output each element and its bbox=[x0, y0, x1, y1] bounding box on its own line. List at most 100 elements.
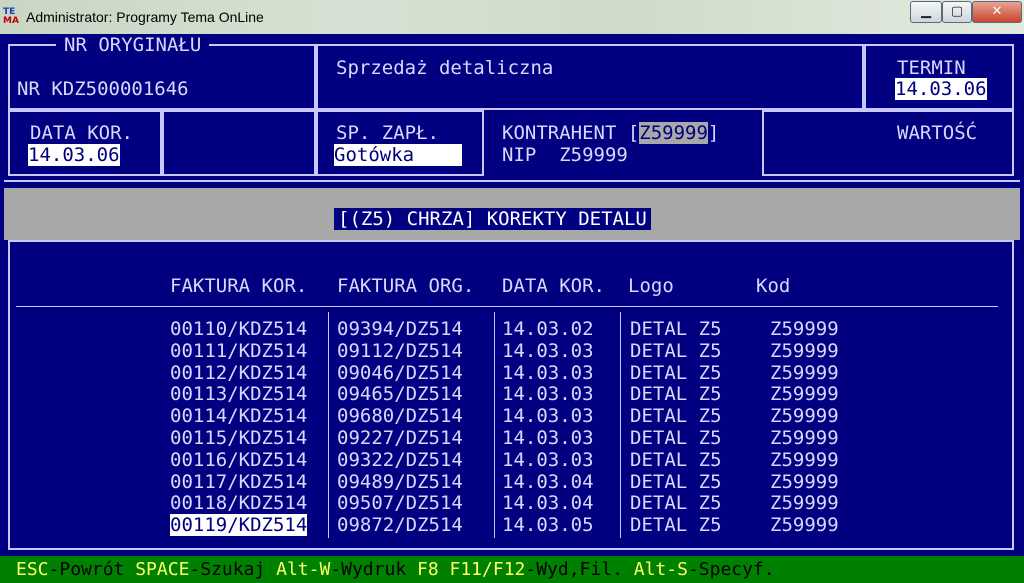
shortcut-desc: -Specyf. bbox=[687, 559, 775, 580]
col-header-faktura-kor: FAKTURA KOR. bbox=[170, 275, 308, 297]
col-header-logo: Logo bbox=[628, 275, 674, 297]
table-row[interactable]: 00110/KDZ514 09394/DZ514 14.03.02 DETAL Z5 Z… bbox=[0, 318, 1024, 340]
cell-faktura-org: 09489/DZ514 bbox=[337, 470, 463, 493]
cell-faktura-kor: 00112/KDZ514 bbox=[170, 361, 308, 384]
due-date-label: TERMIN bbox=[897, 57, 966, 79]
cell-logo: DETAL Z5 bbox=[630, 470, 722, 493]
shortcut-key-alt-w[interactable]: Alt-W bbox=[276, 559, 330, 580]
cell-faktura-org: 09507/DZ514 bbox=[337, 492, 463, 515]
window-title: Administrator: Programy Tema OnLine bbox=[26, 9, 264, 25]
cell-kod: Z59999 bbox=[770, 514, 839, 537]
cell-logo: DETAL Z5 bbox=[630, 427, 722, 449]
cell-faktura-org: 09872/DZ514 bbox=[337, 514, 463, 537]
cell-faktura-kor: 00114/KDZ514 bbox=[170, 405, 308, 428]
shortcut-desc: -Wydruk bbox=[330, 559, 417, 580]
close-button[interactable]: ✕ bbox=[972, 1, 1022, 23]
shortcut-desc: -Szukaj bbox=[189, 559, 277, 580]
table-row[interactable]: 00119/KDZ514 09872/DZ514 14.03.05 DETAL Z5 Z… bbox=[0, 514, 1024, 537]
cell-data-kor: 14.03.03 bbox=[502, 339, 594, 362]
section-title: [(Z5) CHRZA] KOREKTY DETALU bbox=[338, 208, 647, 230]
minimize-button[interactable]: ▁ bbox=[910, 1, 942, 23]
empty-box bbox=[162, 110, 316, 176]
app-icon[interactable]: TE MA bbox=[3, 8, 21, 26]
cell-faktura-kor: 00110/KDZ514 bbox=[170, 318, 308, 340]
cell-data-kor: 14.03.03 bbox=[502, 405, 594, 428]
cell-faktura-kor: 00118/KDZ514 bbox=[170, 492, 308, 515]
cell-kod: Z59999 bbox=[770, 470, 839, 493]
cell-kod: Z59999 bbox=[770, 492, 839, 515]
table-row[interactable]: 00113/KDZ514 09465/DZ514 14.03.03 DETAL Z5 Z… bbox=[0, 383, 1024, 405]
shortcut-key-f8-f11-f12[interactable]: F8 F11/F12 bbox=[417, 559, 525, 580]
payment-method-label: SP. ZAPŁ. bbox=[336, 122, 439, 144]
document-number: NR KDZ500001646 bbox=[17, 78, 189, 100]
contractor-field[interactable]: Z59999 bbox=[639, 122, 708, 144]
section-title-wrap: [(Z5) CHRZA] KOREKTY DETALU bbox=[334, 208, 651, 230]
table-row[interactable]: 00114/KDZ514 09680/DZ514 14.03.03 DETAL Z5 Z… bbox=[0, 405, 1024, 427]
cell-logo: DETAL Z5 bbox=[630, 339, 722, 362]
col-header-kod: Kod bbox=[756, 275, 791, 297]
window-title-bar[interactable]: TE MA Administrator: Programy Tema OnLin… bbox=[0, 0, 1024, 34]
cell-data-kor: 14.03.03 bbox=[502, 448, 594, 471]
cell-faktura-kor: 00116/KDZ514 bbox=[170, 448, 308, 471]
cell-kod: Z59999 bbox=[770, 448, 839, 471]
shortcut-desc: -Powrót bbox=[48, 559, 136, 580]
table-row[interactable]: 00111/KDZ514 09112/DZ514 14.03.03 DETAL Z5 Z… bbox=[0, 340, 1024, 362]
col-header-faktura-org: FAKTURA ORG. bbox=[337, 275, 475, 297]
value-label: WARTOŚĆ bbox=[897, 122, 978, 144]
table-row[interactable]: 00116/KDZ514 09322/DZ514 14.03.03 DETAL Z5 Z… bbox=[0, 449, 1024, 471]
shortcut-key-alt-s[interactable]: Alt-S bbox=[634, 559, 688, 580]
header-divider bbox=[4, 180, 1020, 182]
cell-logo: DETAL Z5 bbox=[630, 361, 722, 384]
cell-logo: DETAL Z5 bbox=[630, 448, 722, 471]
cell-faktura-org: 09394/DZ514 bbox=[337, 318, 463, 340]
table-row[interactable]: 00118/KDZ514 09507/DZ514 14.03.04 DETAL Z5 Z… bbox=[0, 492, 1024, 514]
cell-logo: DETAL Z5 bbox=[630, 514, 722, 537]
cell-faktura-org: 09680/DZ514 bbox=[337, 405, 463, 428]
cell-data-kor: 14.03.05 bbox=[502, 514, 594, 537]
payment-method-field[interactable]: Gotówka bbox=[334, 144, 462, 166]
cell-data-kor: 14.03.04 bbox=[502, 492, 594, 515]
cell-data-kor: 14.03.02 bbox=[502, 318, 594, 340]
cell-logo: DETAL Z5 bbox=[630, 492, 722, 515]
shortcut-bar: ESC-Powrót SPACE-Szukaj Alt-W-Wydruk F8 … bbox=[0, 556, 1024, 583]
header-underline bbox=[16, 306, 998, 307]
maximize-button[interactable]: ▢ bbox=[942, 1, 972, 23]
table-row[interactable]: 00112/KDZ514 09046/DZ514 14.03.03 DETAL Z5 Z… bbox=[0, 362, 1024, 384]
cell-faktura-kor: 00117/KDZ514 bbox=[170, 470, 308, 493]
shortcut-key-space[interactable]: SPACE bbox=[135, 559, 189, 580]
cell-kod: Z59999 bbox=[770, 383, 839, 406]
correction-date-field[interactable]: 14.03.06 bbox=[28, 144, 120, 166]
shortcut-key-esc[interactable]: ESC bbox=[16, 559, 49, 580]
table-body: 00110/KDZ514 09394/DZ514 14.03.02 DETAL Z5 Z… bbox=[0, 318, 1024, 538]
cell-faktura-kor: 00115/KDZ514 bbox=[170, 427, 308, 449]
cell-kod: Z59999 bbox=[770, 339, 839, 362]
cell-data-kor: 14.03.03 bbox=[502, 361, 594, 384]
cell-data-kor: 14.03.03 bbox=[502, 383, 594, 406]
cell-kod: Z59999 bbox=[770, 427, 839, 449]
nip-value: Z59999 bbox=[559, 144, 628, 166]
original-number-label: NR ORYGINAŁU bbox=[64, 34, 202, 56]
table-row[interactable]: 00117/KDZ514 09489/DZ514 14.03.04 DETAL Z5 Z… bbox=[0, 471, 1024, 493]
cell-kod: Z59999 bbox=[770, 405, 839, 428]
contractor-label: KONTRAHENT [Z59999] bbox=[502, 122, 720, 144]
cell-kod: Z59999 bbox=[770, 361, 839, 384]
cell-faktura-org: 09046/DZ514 bbox=[337, 361, 463, 384]
shortcut-desc: -Wyd,Fil. bbox=[525, 559, 634, 580]
cell-faktura-org: 09112/DZ514 bbox=[337, 339, 463, 362]
cell-data-kor: 14.03.03 bbox=[502, 427, 594, 449]
cell-kod: Z59999 bbox=[770, 318, 839, 340]
original-number-label-wrap: NR ORYGINAŁU bbox=[56, 34, 210, 56]
correction-date-label: DATA KOR. bbox=[30, 122, 133, 144]
cell-logo: DETAL Z5 bbox=[630, 383, 722, 406]
cell-data-kor: 14.03.04 bbox=[502, 470, 594, 493]
table-row[interactable]: 00115/KDZ514 09227/DZ514 14.03.03 DETAL Z5 Z… bbox=[0, 427, 1024, 449]
cell-faktura-org: 09322/DZ514 bbox=[337, 448, 463, 471]
cell-logo: DETAL Z5 bbox=[630, 405, 722, 428]
document-type: Sprzedaż detaliczna bbox=[336, 57, 554, 79]
cell-faktura-kor: 00111/KDZ514 bbox=[170, 339, 308, 362]
col-header-data-kor: DATA KOR. bbox=[502, 275, 605, 297]
nip-row: NIP Z59999 bbox=[502, 144, 628, 166]
due-date-field[interactable]: 14.03.06 bbox=[895, 78, 987, 100]
cell-faktura-kor: 00113/KDZ514 bbox=[170, 383, 308, 406]
cell-logo: DETAL Z5 bbox=[630, 318, 722, 340]
